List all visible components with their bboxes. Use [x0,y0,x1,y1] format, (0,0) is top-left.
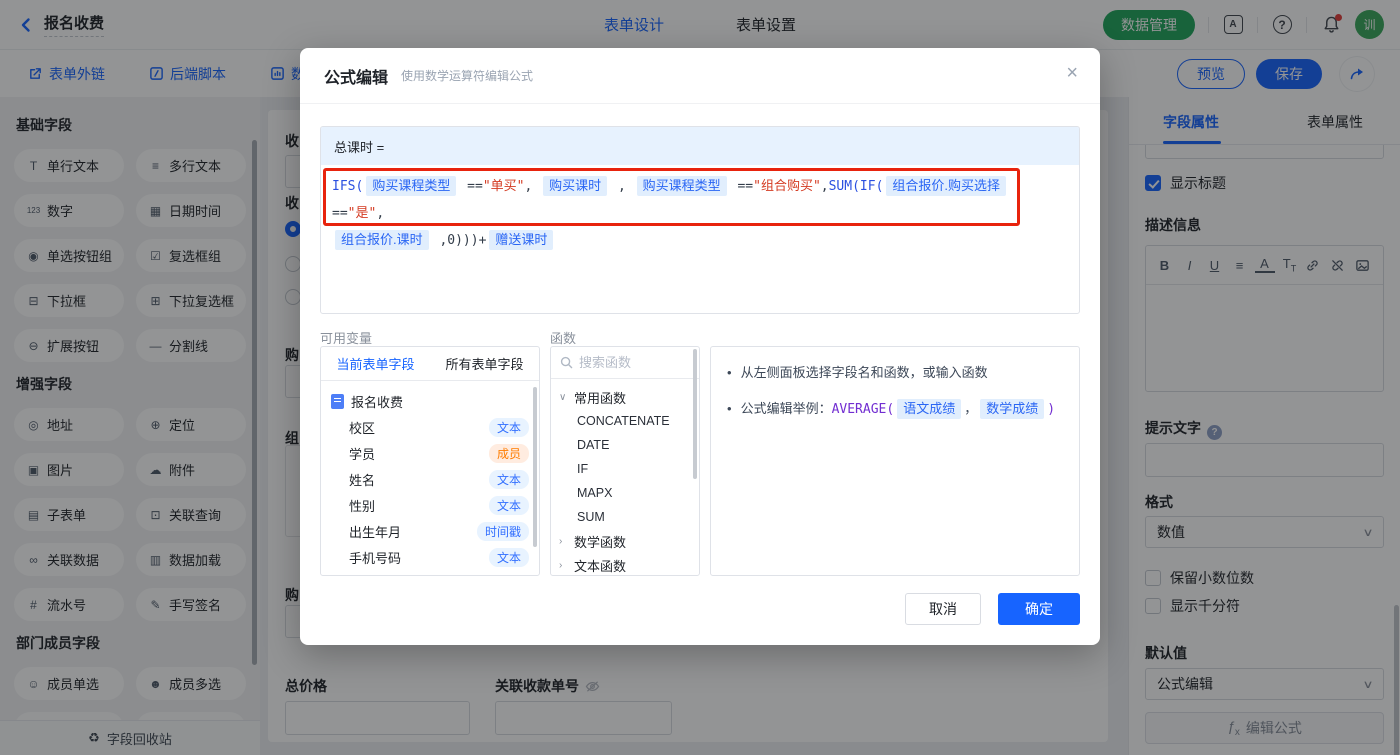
field-chip: 语文成绩 [897,399,962,419]
formula-token: , [376,206,385,221]
field-chip[interactable]: 购买课时 [543,176,608,196]
search-icon [560,356,573,369]
chevron-right-icon: › [559,535,563,547]
function-group-collapsed[interactable]: › 文本函数 [551,553,699,575]
modal-subtitle: 使用数学运算符编辑公式 [401,69,534,83]
cancel-button[interactable]: 取消 [905,593,981,625]
field-type-badge: 文本 [488,417,529,437]
function-group-name: 常用函数 [574,390,627,406]
function-item[interactable]: MAPX [551,481,699,505]
formula-target: 总课时 = [321,127,1079,165]
function-group-collapsed[interactable]: › 数学函数 [551,529,699,553]
modal-header: 公式编辑 使用数学运算符编辑公式 × [300,48,1100,104]
formula-token: == [459,179,483,194]
variable-field-row[interactable]: 姓名 文本 [321,466,539,492]
help-line-2: • 公式编辑举例：AVERAGE(语文成绩，数学成绩) [727,399,1056,419]
field-chip[interactable]: 组合报价.购买选择 [886,176,1007,196]
example-prefix: 公式编辑举例： [740,401,832,416]
variables-list: 报名收费 校区 文本 学员 成员 姓名 文本 性别 文本 出生年月 时间戳 手机号码 文本 [321,381,539,575]
formula-help-panel: • 从左侧面板选择字段名和函数，或输入函数 • 公式编辑举例：AVERAGE(语… [710,346,1080,576]
field-type-badge: 文本 [488,547,529,567]
function-search-input[interactable] [579,355,679,370]
variable-field-row[interactable]: 校区 文本 [321,414,539,440]
formula-token: , [610,179,634,194]
formula-token: "单买" [482,179,525,194]
chevron-right-icon: › [559,559,563,571]
variables-scrollbar[interactable] [533,387,537,547]
function-group-expanded[interactable]: ∨ 常用函数 [551,385,699,409]
variable-field-name: 手机号码 [349,550,402,566]
variable-field-name: 校区 [349,420,376,436]
functions-label: 函数 [550,331,577,346]
formula-token: "组合购买" [753,179,821,194]
variable-field-row[interactable]: 手机号码 文本 [321,544,539,570]
close-icon[interactable]: × [1066,63,1078,83]
function-item[interactable]: CONCATENATE [551,409,699,433]
example-close-paren: ) [1047,402,1056,417]
formula-token: , [524,179,541,194]
field-chip: 数学成绩 [980,399,1045,419]
field-type-badge: 时间戳 [476,521,529,541]
formula-token: == [729,179,754,194]
variable-field-row[interactable]: 性别 文本 [321,492,539,518]
help-line-1: • 从左侧面板选择字段名和函数，或输入函数 [727,365,988,380]
confirm-button[interactable]: 确定 [998,593,1080,625]
field-chip[interactable]: 购买课程类型 [636,176,727,196]
variables-tabs: 当前表单字段 所有表单字段 [321,347,539,381]
formula-token: ,0)))+ [431,233,487,248]
variables-panel: 当前表单字段 所有表单字段 报名收费 校区 文本 学员 成员 姓名 文本 性别 文本 出生年月 时间… [320,346,540,576]
field-chip[interactable]: 购买课程类型 [366,176,457,196]
formula-editor: 总课时 = IFS(购买课程类型 =="单买", 购买课时 , 购买课程类型 =… [320,126,1080,314]
variable-field-row[interactable]: 出生年月 时间戳 [321,518,539,544]
function-group-name: 文本函数 [574,558,627,574]
example-function: AVERAGE( [831,402,895,417]
chevron-down-icon: ∨ [559,391,567,403]
function-group-name: 数学函数 [574,534,627,550]
variables-form-row[interactable]: 报名收费 [321,388,539,414]
functions-panel: ∨ 常用函数 CONCATENATEDATEIFMAPXSUM › 数学函数 › 文本函数 [550,346,700,576]
field-chip[interactable]: 组合报价.课时 [335,230,429,250]
field-type-badge: 文本 [488,495,529,515]
variable-field-name: 学员 [349,446,376,462]
form-doc-icon [331,393,344,409]
variable-field-name: 性别 [349,498,376,514]
field-type-badge: 成员 [488,443,529,463]
formula-content[interactable]: IFS(购买课程类型 =="单买", 购买课时 , 购买课程类型 =="组合购买… [321,165,1079,262]
formula-token: "是" [347,206,377,221]
functions-scrollbar[interactable] [693,349,697,479]
variable-field-name: 出生年月 [349,524,402,540]
field-chip[interactable]: 赠送课时 [489,230,554,250]
function-item[interactable]: SUM [551,505,699,529]
example-separator: ， [964,401,978,416]
variable-field-row[interactable]: 学员 成员 [321,440,539,466]
tab-all-form-fields[interactable]: 所有表单字段 [430,347,539,380]
variables-form-name: 报名收费 [351,394,404,410]
formula-token: IFS( [332,179,364,194]
formula-token: SUM(IF( [828,179,884,194]
variables-label: 可用变量 [320,331,373,346]
formula-token: == [332,206,348,221]
variable-field-name: 姓名 [349,472,376,488]
function-item[interactable]: DATE [551,433,699,457]
formula-edit-modal: 公式编辑 使用数学运算符编辑公式 × 总课时 = IFS(购买课程类型 =="单… [300,48,1100,645]
tab-current-form-fields[interactable]: 当前表单字段 [321,347,430,380]
formula-token: , [820,179,829,194]
functions-tree: ∨ 常用函数 CONCATENATE DATE IF MAPX SUM › 数学函数 › 文本函数 [551,379,699,575]
modal-title: 公式编辑 [324,69,389,87]
function-search [551,347,699,379]
field-type-badge: 文本 [488,469,529,489]
function-item[interactable]: IF [551,457,699,481]
